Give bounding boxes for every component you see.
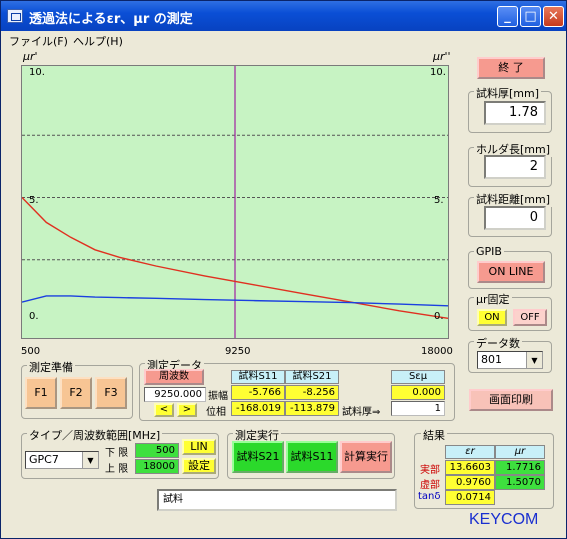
chevron-down-icon: ▼: [526, 352, 542, 368]
sample-thickness-input[interactable]: 1: [391, 401, 445, 416]
next-frequency-button[interactable]: >: [177, 403, 197, 417]
sample-s11-button[interactable]: 試料S11: [286, 441, 338, 473]
results-label: 結果: [421, 427, 447, 443]
tan-delta-label: tanδ: [418, 491, 441, 502]
type-select[interactable]: GPC7 ▼: [25, 451, 99, 469]
left-tick-top: 10.: [29, 67, 45, 78]
mr-real-value: 1.7716: [495, 460, 545, 475]
left-tick-bottom: 0.: [29, 311, 39, 322]
frequency-button[interactable]: 周波数: [144, 369, 204, 385]
f1-button[interactable]: F1: [25, 377, 57, 409]
right-tick-top: 10.: [430, 67, 446, 78]
chevron-down-icon: ▼: [82, 452, 98, 468]
s11-header: 試料S11: [231, 370, 285, 384]
x-tick-start: 500: [21, 346, 41, 357]
sem-value: 0.000: [391, 385, 445, 400]
real-part-label: 実部: [420, 465, 440, 476]
menu-help[interactable]: ヘルプ(H): [73, 33, 123, 49]
data-count-select[interactable]: 801 ▼: [477, 351, 543, 369]
right-tick-mid: 5.: [434, 195, 444, 206]
left-tick-mid: 5.: [29, 195, 39, 206]
phase-s11-value: -168.019: [231, 401, 285, 416]
menu-bar: ファイル(F) ヘルプ(H): [1, 31, 566, 49]
graph-area: 10. 5. 0. 10. 5. 0.: [21, 65, 449, 339]
lower-limit-value[interactable]: 500: [135, 443, 179, 458]
prev-frequency-button[interactable]: <: [154, 403, 174, 417]
amplitude-label: 振幅: [208, 391, 228, 402]
chart-svg: [22, 66, 448, 338]
maximize-button[interactable]: □: [520, 6, 541, 27]
thickness-input[interactable]: 1.78: [484, 101, 546, 125]
data-count-label: データ数: [474, 335, 522, 351]
f3-button[interactable]: F3: [95, 377, 127, 409]
frequency-value[interactable]: 9250.000: [144, 387, 206, 402]
er-header: εr: [445, 445, 495, 459]
distance-label: 試料距離[mm]: [474, 191, 553, 207]
thickness-label: 試料厚[mm]: [474, 85, 542, 101]
x-tick-mid: 9250: [225, 346, 251, 357]
amp-s21-value: -8.256: [285, 385, 339, 400]
type-value: GPC7: [29, 453, 59, 466]
s21-header: 試料S21: [285, 370, 339, 384]
x-tick-end: 18000: [421, 346, 453, 357]
mr-imag-value: 1.5070: [495, 475, 545, 490]
tan-delta-value: 0.0714: [445, 490, 495, 505]
right-axis-label: μr'': [433, 50, 451, 63]
window-title: 透過法によるεr、μr の測定: [29, 12, 193, 27]
app-icon: [7, 9, 23, 23]
online-button[interactable]: ON LINE: [477, 261, 545, 283]
sample-thickness-label: 試料厚⇒: [342, 407, 381, 418]
lower-limit-label: 下 限: [105, 448, 129, 459]
mu-fixed-off-button[interactable]: OFF: [513, 309, 547, 326]
type-range-label: タイプ／周波数範囲[MHz]: [27, 427, 163, 443]
comment-input[interactable]: 試料: [157, 489, 397, 511]
data-count-value: 801: [481, 353, 502, 366]
print-screen-button[interactable]: 画面印刷: [469, 389, 553, 411]
gpib-label: GPIB: [474, 245, 504, 258]
upper-limit-value[interactable]: 18000: [135, 459, 179, 474]
prep-label: 測定準備: [27, 359, 75, 375]
mu-fixed-label: μr固定: [474, 291, 512, 307]
close-button[interactable]: ✕: [543, 6, 564, 27]
holder-input[interactable]: 2: [484, 155, 546, 179]
upper-limit-label: 上 限: [105, 464, 129, 475]
imag-part-label: 虚部: [420, 480, 440, 491]
end-button[interactable]: 終 了: [477, 57, 545, 79]
menu-file[interactable]: ファイル(F): [9, 33, 68, 49]
distance-input[interactable]: 0: [484, 206, 546, 230]
calculate-button[interactable]: 計算実行: [340, 441, 392, 473]
f2-button[interactable]: F2: [60, 377, 92, 409]
right-tick-bottom: 0.: [434, 311, 444, 322]
phase-label: 位相: [206, 407, 226, 418]
amp-s11-value: -5.766: [231, 385, 285, 400]
phase-s21-value: -113.879: [285, 401, 339, 416]
lin-button[interactable]: LIN: [182, 439, 216, 455]
minimize-button[interactable]: _: [497, 6, 518, 27]
sem-header: Sεμ: [391, 370, 445, 384]
mu-fixed-on-button[interactable]: ON: [477, 309, 507, 326]
main-window: 透過法によるεr、μr の測定 _ □ ✕ ファイル(F) ヘルプ(H) μr'…: [0, 0, 567, 539]
left-axis-label: μr': [23, 50, 38, 63]
set-range-button[interactable]: 設定: [182, 458, 216, 474]
title-bar: 透過法によるεr、μr の測定 _ □ ✕: [1, 1, 566, 31]
mr-header: μr: [495, 445, 545, 459]
er-real-value: 13.6603: [445, 460, 495, 475]
brand-logo: KEYCOM: [469, 511, 539, 528]
sample-s21-button[interactable]: 試料S21: [232, 441, 284, 473]
er-imag-value: 0.9760: [445, 475, 495, 490]
